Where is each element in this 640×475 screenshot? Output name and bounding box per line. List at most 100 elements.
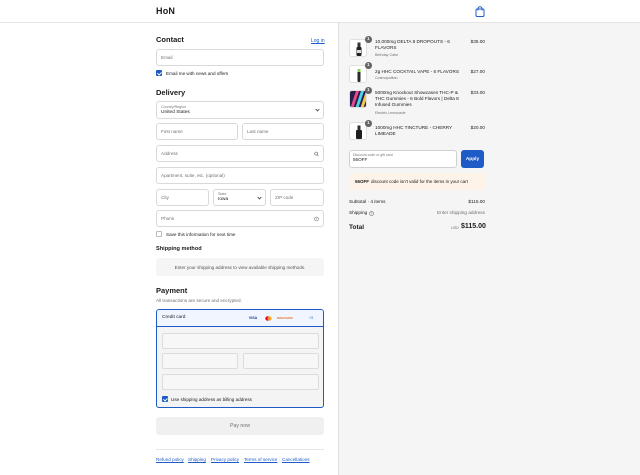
zip-placeholder: ZIP code	[275, 195, 294, 200]
newsletter-checkbox[interactable]	[156, 70, 162, 76]
save-info-checkbox[interactable]	[156, 231, 162, 237]
shipping-value: Enter shipping address	[437, 210, 485, 215]
newsletter-label: Email me with news and offers	[166, 71, 229, 76]
more-cards-badge: +3	[308, 316, 314, 320]
delivery-title: Delivery	[156, 88, 186, 97]
last-name-field[interactable]: Last name	[242, 123, 324, 140]
email-field[interactable]: Email	[156, 49, 324, 66]
apartment-placeholder: Apartment, suite, etc. (optional)	[161, 173, 225, 178]
billing-same-label: Use shipping address as billing address	[171, 397, 252, 402]
item-name: 5000mg Knockout Showcases THC-P & THC Gu…	[375, 90, 459, 107]
dropper-bottle-image	[356, 42, 362, 56]
shipping-method-note: Enter your shipping address to view avai…	[156, 258, 324, 276]
product-thumbnail	[349, 90, 367, 108]
footer-divider	[156, 449, 324, 450]
address-placeholder: Address	[161, 151, 178, 156]
shipping-label: Shipping	[349, 210, 368, 215]
security-code-field[interactable]	[243, 353, 319, 369]
billing-same-checkbox[interactable]	[162, 396, 168, 402]
line-item: 1 10,000mg DELTA 8 DROPOUTS - 6 FLAVORS …	[349, 36, 485, 61]
discount-code-field[interactable]: Discount code or gift card 56OFF	[349, 150, 457, 168]
apartment-field[interactable]: Apartment, suite, etc. (optional)	[156, 167, 324, 184]
help-circle-icon[interactable]: ?	[369, 210, 374, 216]
expiration-field[interactable]	[162, 353, 238, 369]
zip-field[interactable]: ZIP code	[270, 189, 324, 206]
apply-discount-button[interactable]: Apply	[461, 150, 484, 168]
state-select[interactable]: State Iowa	[213, 189, 266, 206]
line-item: 1 2g HHC COCKTAIL VAPE - 6 FLAVORS Cosmo…	[349, 62, 485, 85]
first-name-placeholder: First name	[161, 129, 183, 134]
city-placeholder: City	[161, 195, 169, 200]
store-logo[interactable]: HoN	[156, 6, 175, 16]
item-variant: Electric Lemonade	[375, 111, 406, 115]
payment-subtitle: All transactions are secure and encrypte…	[156, 298, 242, 303]
total-label: Total	[349, 224, 365, 231]
card-number-field[interactable]	[162, 333, 319, 349]
subtotal-row: Subtotal · 4 items $115.00	[349, 199, 485, 204]
warning-text: discount code isn't valid for the items …	[371, 179, 468, 184]
quantity-badge: 1	[365, 87, 372, 94]
total-value: $115.00	[461, 223, 486, 230]
last-name-placeholder: Last name	[247, 129, 269, 134]
country-value: United States	[161, 109, 190, 115]
apply-label: Apply	[465, 156, 480, 162]
payment-title: Payment	[156, 286, 188, 295]
footer-link-privacy[interactable]: Privacy policy	[211, 457, 239, 462]
shipping-method-title: Shipping method	[156, 246, 202, 252]
item-variant: Cosmopolitan	[375, 76, 398, 80]
address-field[interactable]: Address	[156, 145, 324, 162]
discount-value: 56OFF	[353, 157, 368, 162]
visa-icon: VISA	[248, 316, 258, 320]
item-name: 10,000mg DELTA 8 DROPOUTS - 6 FLAVORS	[375, 39, 450, 50]
item-name: 2g HHC COCKTAIL VAPE - 6 FLAVORS	[375, 69, 459, 74]
product-thumbnail	[349, 39, 367, 57]
credit-card-label: Credit card	[162, 315, 186, 320]
mastercard-icon	[265, 316, 272, 321]
line-item: 1 5000mg Knockout Showcases THC-P & THC …	[349, 87, 485, 119]
line-item: 1 1000mg HHC TINCTURE - CHERRY LIMEADE $…	[349, 120, 485, 142]
save-info-label: Save this information for next time	[166, 232, 236, 237]
tincture-bottle-image	[356, 125, 362, 139]
shipping-row: Shipping ? Enter shipping address	[349, 210, 485, 216]
name-on-card-field[interactable]	[162, 374, 319, 390]
pay-now-button[interactable]: Pay now	[156, 417, 324, 435]
search-icon	[314, 151, 319, 156]
country-select[interactable]: Country/Region United States	[156, 101, 324, 119]
footer-link-cancellations[interactable]: Cancellations	[282, 457, 310, 462]
phone-field[interactable]: Phone ?	[156, 210, 324, 227]
login-link[interactable]: Log in	[311, 38, 325, 44]
product-thumbnail	[349, 65, 367, 83]
svg-text:?: ?	[371, 211, 373, 215]
credit-card-option[interactable]: Credit card VISA DISCOVER +3	[157, 310, 323, 327]
item-price: $27.00	[470, 69, 485, 74]
gummies-pack-image	[350, 91, 366, 107]
item-price: $20.00	[470, 125, 485, 130]
state-value: Iowa	[218, 197, 229, 202]
help-circle-icon[interactable]: ?	[314, 216, 319, 221]
subtotal-label: Subtotal · 4 items	[349, 199, 386, 204]
quantity-badge: 1	[365, 62, 372, 69]
item-name: 1000mg HHC TINCTURE - CHERRY LIMEADE	[375, 125, 453, 136]
item-variant: Birthday Cake	[375, 53, 399, 57]
city-field[interactable]: City	[156, 189, 209, 206]
site-header: HoN	[0, 0, 640, 23]
shipping-note-text: Enter your shipping address to view avai…	[174, 264, 306, 270]
footer-link-shipping[interactable]: Shipping	[188, 457, 206, 462]
warning-code: 56OFF	[355, 179, 370, 184]
svg-text:?: ?	[316, 217, 318, 221]
shopping-bag-icon[interactable]	[475, 6, 485, 17]
first-name-field[interactable]: First name	[156, 123, 238, 140]
subtotal-value: $115.00	[468, 199, 485, 204]
footer-link-refund[interactable]: Refund policy	[156, 457, 184, 462]
pay-now-label: Pay now	[230, 423, 250, 429]
total-currency: USD	[451, 226, 460, 230]
quantity-badge: 1	[365, 120, 372, 127]
chevron-down-icon	[257, 194, 262, 200]
item-price: $35.00	[470, 39, 485, 44]
phone-placeholder: Phone	[161, 216, 175, 221]
footer-link-terms[interactable]: Terms of service	[244, 457, 277, 462]
item-price: $33.00	[470, 90, 485, 95]
chevron-down-icon	[315, 107, 320, 112]
quantity-badge: 1	[365, 36, 372, 43]
contact-title: Contact	[156, 35, 184, 44]
